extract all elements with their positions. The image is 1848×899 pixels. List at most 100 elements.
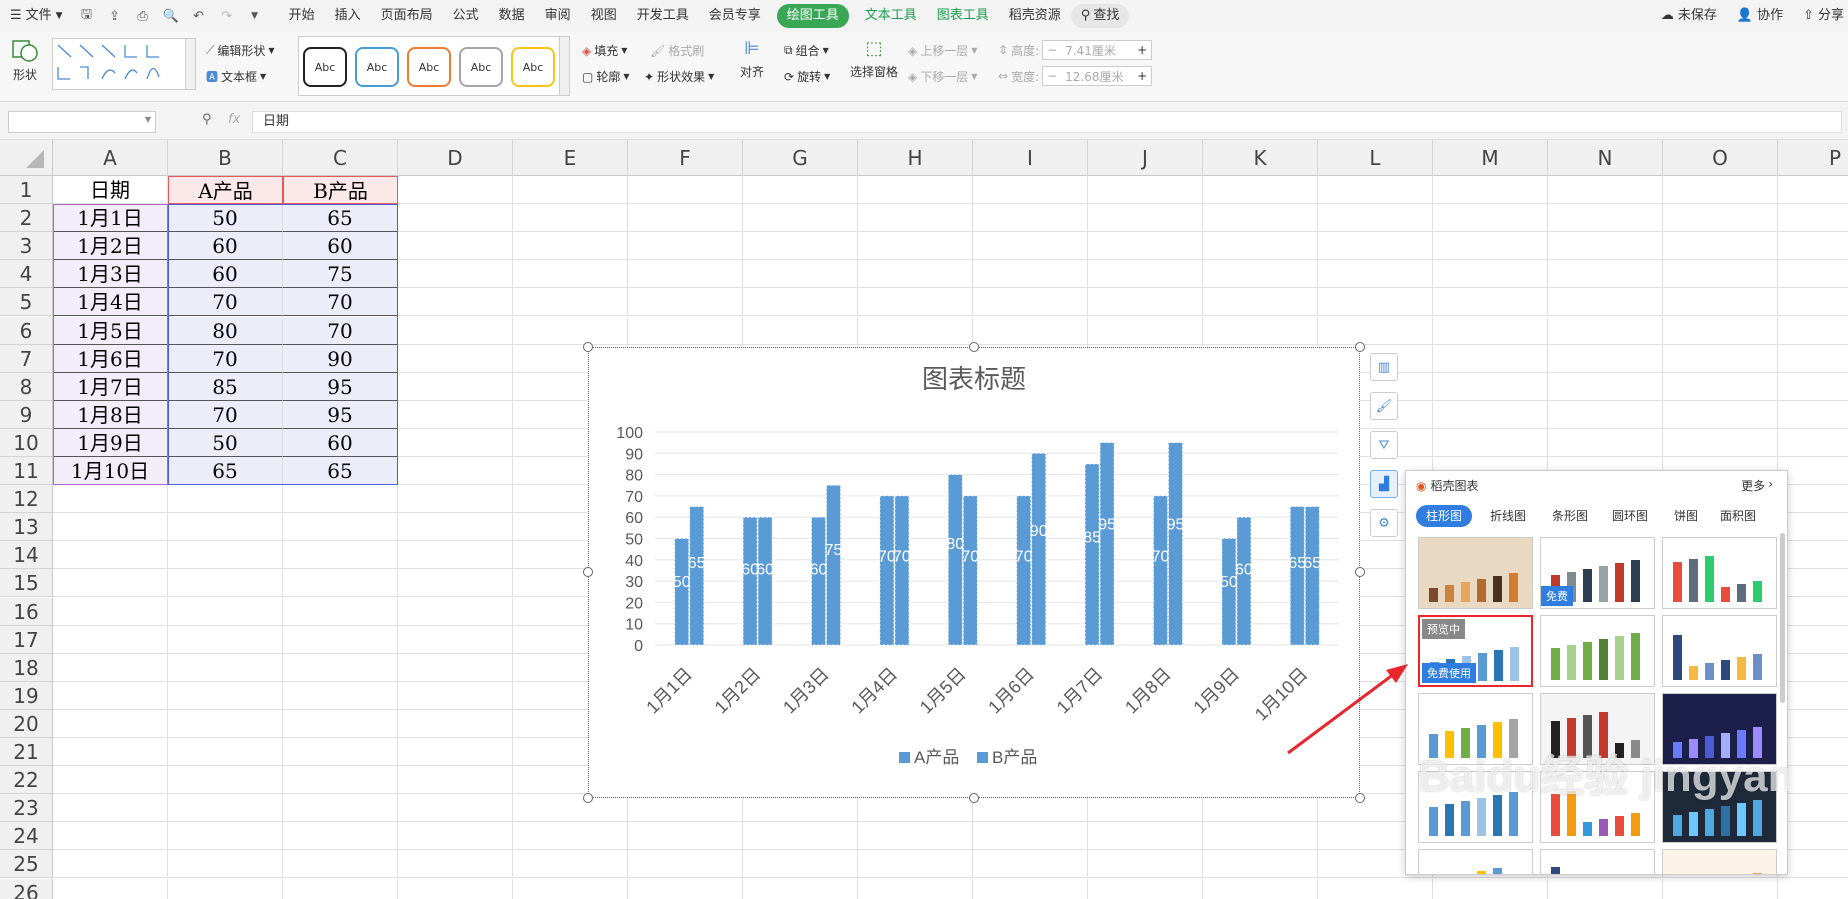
resize-handle[interactable] bbox=[1355, 793, 1365, 803]
row-header-5[interactable]: 5 bbox=[0, 288, 53, 317]
cell[interactable] bbox=[628, 850, 743, 879]
row-header-11[interactable]: 11 bbox=[0, 457, 53, 486]
table-data-cell[interactable]: 1月2日 bbox=[53, 232, 168, 261]
bar-b[interactable] bbox=[826, 484, 841, 646]
bar-a[interactable] bbox=[674, 538, 690, 646]
chart-template-thumbnail[interactable] bbox=[1418, 849, 1533, 874]
column-header-j[interactable]: J bbox=[1088, 140, 1203, 176]
table-data-cell[interactable]: 60 bbox=[168, 232, 283, 261]
bar-a[interactable] bbox=[947, 474, 963, 646]
cell[interactable] bbox=[1778, 288, 1848, 317]
height-decrease-button[interactable]: − bbox=[1043, 43, 1061, 57]
cell[interactable] bbox=[1318, 316, 1433, 345]
cell[interactable] bbox=[858, 878, 973, 899]
cell[interactable] bbox=[628, 176, 743, 205]
table-data-cell[interactable]: 50 bbox=[168, 204, 283, 233]
selection-pane-button[interactable]: ⬚ 选择窗格 bbox=[850, 38, 898, 80]
chart-template-thumbnail[interactable] bbox=[1662, 693, 1777, 765]
customize-toolbar-icon[interactable]: ▼ bbox=[246, 7, 264, 25]
resize-handle[interactable] bbox=[1355, 567, 1365, 577]
bar-b[interactable] bbox=[894, 495, 910, 646]
cell[interactable] bbox=[398, 344, 513, 373]
width-decrease-button[interactable]: − bbox=[1043, 69, 1061, 83]
cell[interactable] bbox=[973, 822, 1088, 851]
cell[interactable] bbox=[1433, 372, 1548, 401]
chart-template-thumbnail[interactable] bbox=[1662, 537, 1777, 609]
tab-formulas[interactable]: 公式 bbox=[443, 4, 489, 28]
chart-template-thumbnail[interactable] bbox=[1540, 771, 1655, 843]
column-header-b[interactable]: B bbox=[168, 140, 283, 176]
table-data-cell[interactable]: 1月6日 bbox=[53, 344, 168, 373]
cell[interactable] bbox=[283, 569, 398, 598]
cell[interactable] bbox=[398, 653, 513, 682]
cell[interactable] bbox=[168, 878, 283, 899]
row-header-9[interactable]: 9 bbox=[0, 400, 53, 429]
cell[interactable] bbox=[1778, 204, 1848, 233]
cell[interactable] bbox=[398, 681, 513, 710]
cell[interactable] bbox=[283, 681, 398, 710]
cell[interactable] bbox=[1088, 176, 1203, 205]
cell[interactable] bbox=[513, 176, 628, 205]
cell[interactable] bbox=[1433, 288, 1548, 317]
docer-chart-button[interactable]: ▟ bbox=[1370, 470, 1398, 498]
cell[interactable] bbox=[743, 822, 858, 851]
format-brush-button[interactable]: 🖌 格式刷 bbox=[650, 42, 704, 59]
chart-title[interactable]: 图表标题 bbox=[922, 364, 1026, 394]
cell[interactable] bbox=[1318, 232, 1433, 261]
cell[interactable] bbox=[53, 878, 168, 899]
cell[interactable] bbox=[398, 428, 513, 457]
cell[interactable] bbox=[283, 709, 398, 738]
cell[interactable] bbox=[398, 569, 513, 598]
cell[interactable] bbox=[283, 794, 398, 823]
table-header-cell[interactable]: 日期 bbox=[53, 176, 168, 205]
chart-template-thumbnail[interactable]: 免费 bbox=[1540, 537, 1655, 609]
cell[interactable] bbox=[743, 232, 858, 261]
chart-template-thumbnail[interactable] bbox=[1540, 693, 1655, 765]
height-input[interactable]: − 7.41厘米 + bbox=[1042, 40, 1153, 60]
cell[interactable] bbox=[1203, 850, 1318, 879]
cell[interactable] bbox=[743, 316, 858, 345]
cell[interactable] bbox=[1778, 569, 1848, 598]
cell[interactable] bbox=[1548, 260, 1663, 289]
cell[interactable] bbox=[1663, 232, 1778, 261]
tab-area-chart[interactable]: 面积图 bbox=[1710, 505, 1766, 527]
table-data-cell[interactable]: 85 bbox=[168, 372, 283, 401]
bar-a[interactable] bbox=[1289, 506, 1305, 646]
cell[interactable] bbox=[283, 625, 398, 654]
table-data-cell[interactable]: 70 bbox=[168, 400, 283, 429]
cell[interactable] bbox=[398, 260, 513, 289]
cell[interactable] bbox=[53, 513, 168, 542]
cell[interactable] bbox=[1663, 428, 1778, 457]
cell[interactable] bbox=[858, 260, 973, 289]
shape-button[interactable]: 形状 bbox=[10, 38, 40, 83]
export-icon[interactable]: ⇪ bbox=[106, 7, 124, 25]
cell[interactable] bbox=[1778, 373, 1848, 401]
legend-label[interactable]: A产品 bbox=[914, 748, 959, 767]
cell[interactable] bbox=[1088, 288, 1203, 317]
tab-line-chart[interactable]: 折线图 bbox=[1480, 505, 1536, 527]
cell[interactable] bbox=[1203, 204, 1318, 233]
cell[interactable] bbox=[743, 850, 858, 879]
cell[interactable] bbox=[53, 569, 168, 598]
cell[interactable] bbox=[398, 176, 513, 205]
cell[interactable] bbox=[1778, 654, 1848, 682]
tab-chart-tools[interactable]: 图表工具 bbox=[927, 4, 999, 28]
cell[interactable] bbox=[1433, 260, 1548, 289]
bar-a[interactable] bbox=[879, 495, 895, 646]
cell[interactable] bbox=[168, 794, 283, 823]
bring-forward-button[interactable]: ◈ 上移一层 ▼ bbox=[908, 42, 977, 59]
row-header-2[interactable]: 2 bbox=[0, 204, 53, 233]
cell[interactable] bbox=[1548, 288, 1663, 317]
share-button[interactable]: ⇧ 分享 bbox=[1793, 4, 1848, 28]
cell[interactable] bbox=[1203, 288, 1318, 317]
resize-handle[interactable] bbox=[969, 793, 979, 803]
width-increase-button[interactable]: + bbox=[1133, 69, 1151, 83]
cell[interactable] bbox=[398, 232, 513, 261]
cell[interactable] bbox=[283, 485, 398, 514]
cell[interactable] bbox=[168, 738, 283, 767]
chart-template-thumbnail[interactable] bbox=[1540, 615, 1655, 687]
cell[interactable] bbox=[743, 288, 858, 317]
bar-b[interactable] bbox=[1236, 516, 1252, 646]
unsaved-button[interactable]: ☁ 未保存 bbox=[1651, 4, 1727, 28]
cell[interactable] bbox=[1088, 850, 1203, 879]
